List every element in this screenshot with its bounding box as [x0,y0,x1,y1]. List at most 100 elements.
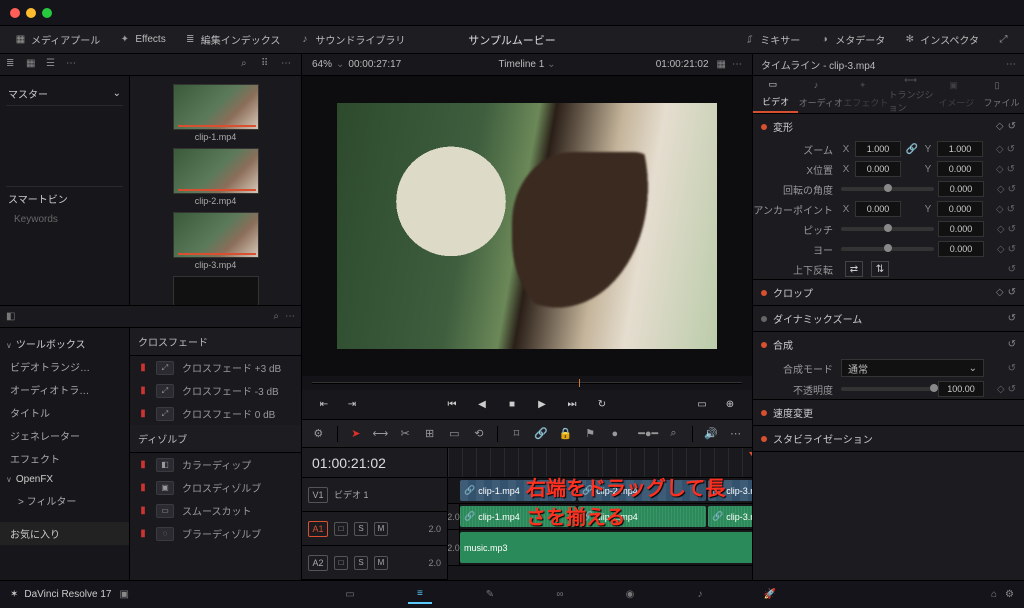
opacity-slider[interactable] [841,387,934,391]
reset-icon[interactable]: ↺ [1008,184,1016,195]
favorite-icon[interactable]: ▮ [138,505,148,516]
anchor-y-field[interactable]: 0.000 [937,201,983,217]
pos-x-field[interactable]: 0.000 [855,161,901,177]
fx-category[interactable]: ジェネレーター [0,424,129,447]
music-clip[interactable]: music.mp3 [460,532,752,563]
zoom-percent[interactable]: 64% [312,59,332,70]
tab-effects[interactable]: ✦エフェクト [843,76,888,113]
link-icon[interactable]: 🔗 [533,426,550,442]
reset-icon[interactable]: ↺ [1007,144,1015,155]
insert-tool[interactable]: ⊞ [421,426,438,442]
clip-thumbnail[interactable]: clip-1.mp4 [173,84,259,142]
keyframe-icon[interactable]: ◇ [997,224,1005,235]
chevron-down-icon[interactable]: ⌄ [336,59,344,70]
pitch-slider[interactable] [841,227,934,231]
yaw-field[interactable]: 0.000 [938,241,984,257]
reset-icon[interactable]: ↺ [1008,264,1016,275]
effect-item[interactable]: ▮▣クロスディゾルブ [130,476,301,499]
rotation-field[interactable]: 0.000 [938,181,984,197]
fullscreen-toggle[interactable]: ⤢ [991,30,1016,49]
favorite-icon[interactable]: ▮ [138,528,148,539]
openfx-category[interactable]: OpenFX [0,470,129,489]
loop-button[interactable]: ↻ [592,397,612,413]
music-track[interactable]: 2.0 music.mp3 [448,530,752,566]
tab-video[interactable]: ▭ビデオ [753,76,798,113]
audio-track-header[interactable]: A2 □ S M 2.0 [302,546,447,580]
solo-button[interactable]: S [354,522,368,536]
effect-item[interactable]: ▮⤢クロスフェード +3 dB [130,356,301,379]
lock-icon[interactable]: 🔒 [557,426,574,442]
filters-category[interactable]: > フィルター [0,489,129,512]
panel-collapse-icon[interactable]: ◧ [6,311,15,322]
zoom-x-field[interactable]: 1.000 [855,141,901,157]
window-close-button[interactable] [10,8,20,18]
mixer-toggle[interactable]: ⎎ミキサー [737,29,806,50]
flip-v-button[interactable]: ⇅ [871,261,889,277]
viewer-canvas[interactable] [302,76,752,376]
reset-icon[interactable]: ↺ [1008,224,1016,235]
keyframe-icon[interactable]: ◇ [996,144,1004,155]
zoom-slider-icon[interactable]: ━●━ [639,426,657,442]
window-zoom-button[interactable] [42,8,52,18]
zoom-y-field[interactable]: 1.000 [937,141,983,157]
strip-view-icon[interactable]: ☰ [46,58,60,72]
tab-audio[interactable]: ♪オーディオ [798,76,843,113]
first-frame-button[interactable]: ⏮ [442,397,462,413]
viewer-scrubber[interactable] [302,376,752,390]
effect-item[interactable]: ▮▭スムースカット [130,499,301,522]
blade-tool[interactable]: ✂ [397,426,414,442]
effect-item[interactable]: ▮⤢クロスフェード -3 dB [130,379,301,402]
play-button[interactable]: ▶ [532,397,552,413]
color-page-button[interactable]: ◉ [618,586,642,604]
edit-page-button[interactable]: ✎ [478,586,502,604]
replace-tool[interactable]: ⟲ [471,426,488,442]
master-bin[interactable]: マスター⌄ [6,82,123,106]
dynamic-zoom-section-header[interactable]: ダイナミックズーム↺ [753,306,1024,331]
marker-icon[interactable]: ● [607,426,624,442]
viewer-mode-icon[interactable]: ▦ [717,59,726,70]
tab-transition[interactable]: ⟷トランジション [889,76,934,113]
fairlight-page-button[interactable]: ♪ [688,586,712,604]
keyframe-icon[interactable]: ◇ [996,287,1004,298]
effect-item[interactable]: ▮◧カラーディップ [130,453,301,476]
thumb-view-icon[interactable]: ▦ [26,58,40,72]
effect-item[interactable]: ▮⤢クロスフェード 0 dB [130,402,301,425]
mute-button[interactable]: M [374,556,388,570]
inspector-toggle[interactable]: ✻インスペクタ [897,29,985,50]
smart-bins-header[interactable]: スマートビン [6,186,123,210]
timeline-more-icon[interactable]: ⋯ [727,426,744,442]
reset-icon[interactable]: ↺ [1008,384,1016,395]
reset-icon[interactable]: ↺ [1007,164,1015,175]
timeline-tracks[interactable]: 右端をドラッグして長さを揃える 🔗clip-1.mp4 🔗clip-2.mp4 … [448,448,752,580]
reset-icon[interactable]: ↺ [1008,287,1016,298]
crop-section-header[interactable]: クロップ◇↺ [753,280,1024,305]
prev-frame-button[interactable]: ◀ [472,397,492,413]
reset-icon[interactable]: ↺ [1008,244,1016,255]
reset-icon[interactable]: ↺ [1008,313,1016,324]
toolbox-category[interactable]: ツールボックス [0,332,129,355]
effects-options-icon[interactable]: ⋯ [285,311,295,322]
keywords-bin[interactable]: Keywords [6,210,123,229]
keyframe-icon[interactable]: ◇ [997,184,1005,195]
window-minimize-button[interactable] [26,8,36,18]
composite-section-header[interactable]: 合成↺ [753,332,1024,357]
pos-y-field[interactable]: 0.000 [937,161,983,177]
edit-index-toggle[interactable]: ≣編集インデックス [178,29,287,50]
video-track-header[interactable]: V1 ビデオ 1 [302,478,447,512]
fx-category[interactable]: ビデオトランジ… [0,355,129,378]
trim-tool[interactable]: ⟷ [372,426,389,442]
effect-item[interactable]: ▮◌ブラーディゾルブ [130,522,301,545]
yaw-slider[interactable] [841,247,934,251]
media-page-button[interactable]: ▭ [338,586,362,604]
cut-page-button[interactable]: ≡ [408,586,432,604]
zoom-icon[interactable]: ⌕ [665,426,682,442]
metadata-toggle[interactable]: ◑メタデータ [812,29,891,50]
favorite-icon[interactable]: ▮ [138,362,148,373]
tab-image[interactable]: ▣イメージ [934,76,979,113]
tab-file[interactable]: ▯ファイル [979,76,1024,113]
inspector-options-icon[interactable]: ⋯ [1006,59,1016,70]
rotation-slider[interactable] [841,187,934,191]
flag-icon[interactable]: ⚑ [582,426,599,442]
favorite-icon[interactable]: ▮ [138,385,148,396]
timeline-ruler[interactable]: 右端をドラッグして長さを揃える [448,448,752,478]
